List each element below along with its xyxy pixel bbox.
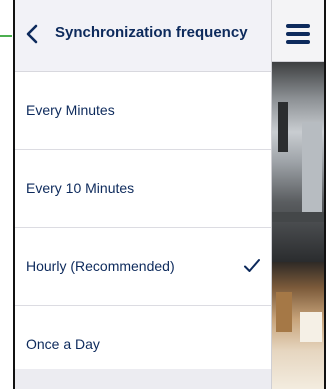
panel-header: Synchronization frequency <box>15 0 271 72</box>
hamburger-menu-icon[interactable] <box>286 24 310 44</box>
option-label: Every Minutes <box>26 102 115 118</box>
chevron-left-icon[interactable] <box>21 22 45 46</box>
background-photo <box>272 262 326 389</box>
page-title: Synchronization frequency <box>55 24 248 41</box>
panel-footer <box>15 369 271 389</box>
screen: Synchronization frequency Every Minutes … <box>0 0 326 389</box>
option-label: Once a Day <box>26 336 100 352</box>
app-header <box>272 0 326 62</box>
option-every-10-minutes[interactable]: Every 10 Minutes <box>15 150 271 228</box>
option-hourly[interactable]: Hourly (Recommended) <box>15 228 271 306</box>
background-app-strip <box>272 0 326 389</box>
option-label: Hourly (Recommended) <box>26 258 175 274</box>
option-label: Every 10 Minutes <box>26 180 135 196</box>
background-photo <box>272 62 326 262</box>
dashed-guide-line <box>0 35 12 37</box>
frequency-options-list: Every Minutes Every 10 Minutes Hourly (R… <box>15 72 271 384</box>
sync-frequency-panel: Synchronization frequency Every Minutes … <box>13 0 272 389</box>
checkmark-icon <box>243 258 261 274</box>
option-every-minutes[interactable]: Every Minutes <box>15 72 271 150</box>
